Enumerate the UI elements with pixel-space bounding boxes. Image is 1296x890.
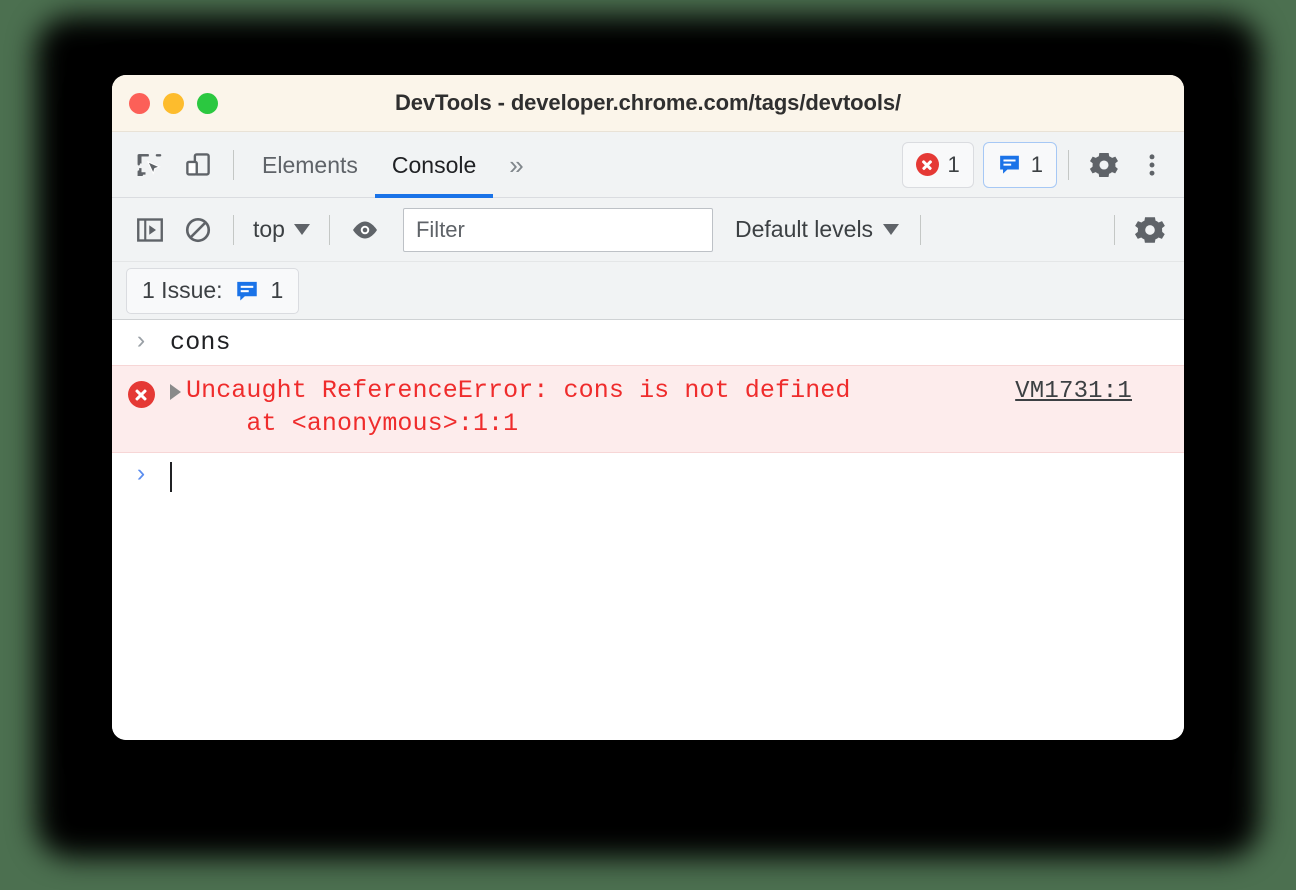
tab-elements[interactable]: Elements [245,132,375,198]
console-sidebar-icon [137,217,163,242]
console-prompt-input[interactable] [170,460,172,501]
kebab-menu-icon [1149,153,1155,176]
console-error-message-line2: at <anonymous>:1:1 [186,408,519,438]
console-error-main: Uncaught ReferenceError: cons is not def… [170,375,1015,440]
inspect-element-button[interactable] [126,141,174,189]
console-settings-button[interactable] [1126,206,1174,254]
console-input-echo-row[interactable]: › cons [112,320,1184,365]
more-tabs-button[interactable]: » [493,152,539,178]
error-count: 1 [947,151,960,177]
devtools-window: DevTools - developer.chrome.com/tags/dev… [112,75,1184,740]
minimize-button[interactable] [163,92,184,114]
issues-summary-chip[interactable]: 1 Issue: 1 [126,267,300,314]
window-title: DevTools - developer.chrome.com/tags/dev… [394,90,902,115]
console-input-text: cons [170,328,231,357]
console-message-list: › cons Uncaught ReferenceError: cons is … [112,320,1184,740]
execution-context-label: top [253,216,285,242]
console-error-source-link[interactable]: VM1731:1 [1015,378,1132,405]
console-error-row[interactable]: Uncaught ReferenceError: cons is not def… [112,365,1184,454]
devtools-tabbar: Elements Console » 1 1 [112,132,1184,198]
console-toolbar-divider-2 [328,214,330,245]
issues-summary-count: 1 [270,277,284,303]
error-circle-icon [127,381,155,409]
console-filter-input[interactable] [402,207,713,252]
issues-speech-bubble-icon [999,155,1019,174]
console-toolbar-divider-3 [920,214,922,245]
console-prompt-gutter: › [112,460,170,486]
log-levels-selector[interactable]: Default levels [725,216,909,243]
console-toolbar: top Default levels [112,198,1184,262]
console-sidebar-button[interactable] [126,206,174,254]
live-expression-eye-icon [352,220,377,239]
maximize-button[interactable] [197,92,218,114]
prompt-chevron-icon: › [136,326,146,354]
devtools-more-options-button[interactable] [1128,141,1176,189]
issues-count: 1 [1030,151,1043,177]
prompt-chevron-icon: › [136,459,146,488]
close-button[interactable] [129,92,150,114]
device-toolbar-icon [186,152,210,176]
gear-icon [1089,152,1118,177]
text-cursor [170,462,172,493]
issues-speech-bubble-icon [236,281,257,301]
chevron-down-icon [293,224,310,235]
execution-context-selector[interactable]: top [245,216,318,243]
device-toolbar-button[interactable] [174,141,222,189]
inspect-element-icon [137,153,162,176]
clear-console-button[interactable] [174,206,222,254]
gear-icon [1134,216,1165,243]
console-error-message-line1: Uncaught ReferenceError: cons is not def… [186,376,851,406]
live-expression-button[interactable] [341,206,389,254]
console-row-gutter: › [112,327,170,353]
expand-triangle-icon[interactable] [170,384,181,401]
clear-console-icon [185,217,211,242]
error-circle-icon [915,153,939,176]
console-error-gutter [112,375,170,409]
issues-summary-label: 1 Issue: [142,277,223,303]
window-titlebar: DevTools - developer.chrome.com/tags/dev… [112,75,1184,132]
tabbar-divider [233,149,234,180]
console-toolbar-divider-1 [233,214,234,245]
devtools-settings-button[interactable] [1080,141,1128,189]
chevron-down-icon [883,224,900,235]
issues-count-badge[interactable]: 1 [982,141,1057,188]
console-prompt-row[interactable]: › [112,453,1184,508]
log-levels-label: Default levels [734,216,874,242]
tabbar-divider-right [1068,149,1069,180]
issues-bar: 1 Issue: 1 [112,262,1184,320]
error-count-badge[interactable]: 1 [901,141,974,188]
window-controls [112,92,218,114]
tab-console[interactable]: Console [374,132,494,198]
console-toolbar-divider-4 [1114,214,1115,245]
